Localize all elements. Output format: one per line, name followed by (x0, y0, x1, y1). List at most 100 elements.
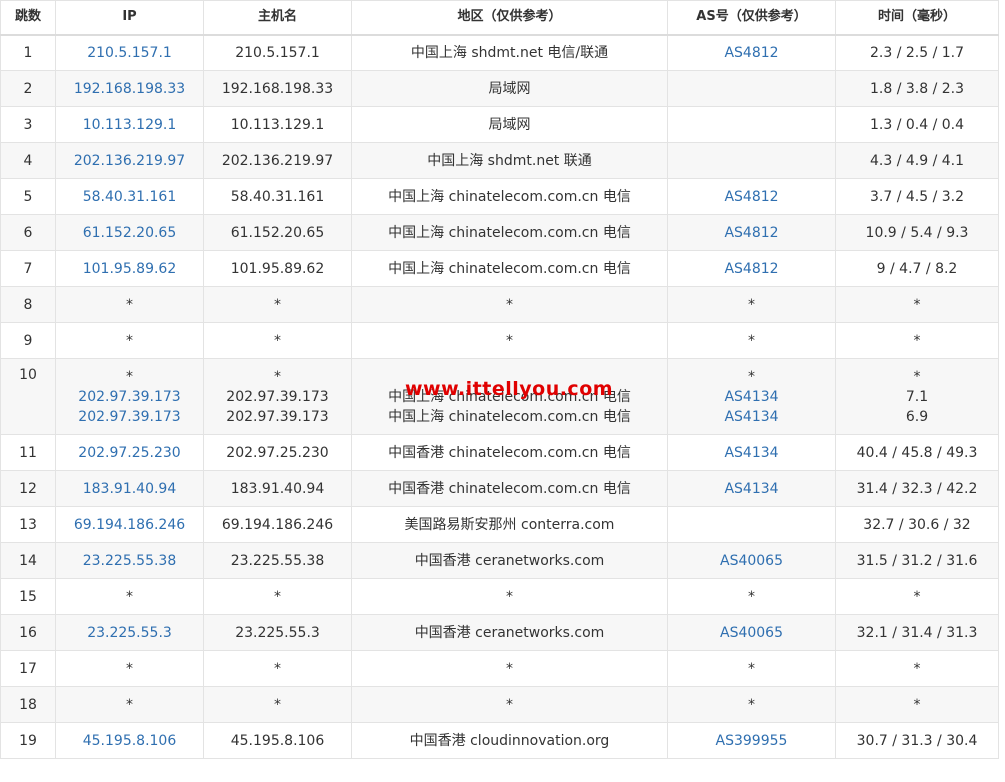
ip-cell: * (55, 686, 204, 723)
as-link[interactable]: AS4134 (672, 387, 831, 407)
ip-link[interactable]: 58.40.31.161 (60, 187, 199, 207)
hostname-cell: * (203, 286, 352, 323)
region-cell: 中国上海 chinatelecom.com.cn 电信 (351, 178, 668, 215)
time-text: * (913, 696, 921, 713)
ip-cell: 61.152.20.65 (55, 214, 204, 251)
as-link[interactable]: AS40065 (672, 551, 831, 571)
ip-link[interactable]: 23.225.55.3 (60, 623, 199, 643)
ip-cell: 10.113.129.1 (55, 106, 204, 143)
time-text: 40.4 / 45.8 / 49.3 (856, 444, 978, 461)
time-cell: 31.5 / 31.2 / 31.6 (835, 542, 999, 579)
time-text: * (913, 296, 921, 313)
host-text: * (274, 588, 281, 605)
ip-link[interactable]: 45.195.8.106 (60, 731, 199, 751)
region-text: 中国香港 cloudinnovation.org (409, 732, 610, 749)
as-cell: * (667, 686, 836, 723)
as-link[interactable]: AS4812 (672, 43, 831, 63)
as-link: * (748, 588, 755, 605)
as-cell (667, 106, 836, 143)
as-link[interactable]: AS4134 (672, 407, 831, 427)
table-row: 18 * * * * * (0, 686, 999, 723)
hop-number: 17 (0, 650, 56, 687)
as-link[interactable]: AS4134 (672, 479, 831, 499)
region-text: 中国上海 chinatelecom.com.cn 电信 (388, 188, 631, 205)
ip-link[interactable]: 202.97.39.173 (60, 407, 199, 427)
time-cell: * (835, 686, 999, 723)
table-row: 5 58.40.31.161 58.40.31.161 中国上海 chinatelec… (0, 178, 999, 215)
ip-link[interactable]: 192.168.198.33 (60, 79, 199, 99)
as-link[interactable]: AS4812 (672, 223, 831, 243)
region-cell: 局域网 (351, 106, 668, 143)
as-cell: AS4812 (667, 178, 836, 215)
as-cell: AS40065 (667, 614, 836, 651)
hop-number: 3 (0, 106, 56, 143)
table-row: 2 192.168.198.33 192.168.198.33 局域网 1.8 / 3.… (0, 70, 999, 107)
hostname-cell: 69.194.186.246 (203, 506, 352, 543)
ip-link[interactable]: 210.5.157.1 (60, 43, 199, 63)
time-cell: 1.8 / 3.8 / 2.3 (835, 70, 999, 107)
ip-link: * (126, 660, 133, 677)
region-cell: 中国香港 chinatelecom.com.cn 电信 (351, 470, 668, 507)
hop-number: 7 (0, 250, 56, 287)
ip-link: * (126, 588, 133, 605)
region-text: 中国香港 chinatelecom.com.cn 电信 (388, 480, 631, 497)
ip-link[interactable]: 101.95.89.62 (60, 259, 199, 279)
ip-cell: * (55, 650, 204, 687)
table-row: 13 69.194.186.246 69.194.186.246 美国路易斯安那州 c… (0, 506, 999, 543)
ip-cell: 45.195.8.106 (55, 722, 204, 759)
hostname-cell: * (203, 650, 352, 687)
as-link[interactable]: AS4812 (672, 187, 831, 207)
as-cell (667, 70, 836, 107)
as-link[interactable]: AS4134 (672, 443, 831, 463)
ip-link[interactable]: 23.225.55.38 (60, 551, 199, 571)
ip-link[interactable]: 69.194.186.246 (60, 515, 199, 535)
region-cell: 中国上海 chinatelecom.com.cn 电信 (351, 250, 668, 287)
as-cell: * AS4134 AS4134 (667, 358, 836, 435)
ip-cell: 101.95.89.62 (55, 250, 204, 287)
hostname-cell: 210.5.157.1 (203, 34, 352, 71)
hop-number: 8 (0, 286, 56, 323)
ip-link[interactable]: 202.97.25.230 (60, 443, 199, 463)
time-cell: * (835, 578, 999, 615)
header-time: 时间（毫秒） (835, 0, 999, 36)
table-row: 3 10.113.129.1 10.113.129.1 局域网 1.3 / 0.4 / … (0, 106, 999, 143)
as-cell: AS4812 (667, 250, 836, 287)
time-text: 9 / 4.7 / 8.2 (876, 260, 958, 277)
table-row: 15 * * * * * (0, 578, 999, 615)
as-link[interactable]: AS40065 (672, 623, 831, 643)
time-cell: 4.3 / 4.9 / 4.1 (835, 142, 999, 179)
time-cell: * 7.1 6.9 (835, 358, 999, 435)
region-cell: * (351, 578, 668, 615)
time-text: 1.8 / 3.8 / 2.3 (869, 80, 965, 97)
ip-cell: 202.136.219.97 (55, 142, 204, 179)
as-link (672, 115, 831, 135)
time-text: 6.9 (905, 408, 929, 425)
host-text: * (274, 660, 281, 677)
time-text: 3.7 / 4.5 / 3.2 (869, 188, 965, 205)
ip-link[interactable]: 61.152.20.65 (60, 223, 199, 243)
as-link: * (748, 696, 755, 713)
ip-link: * (126, 368, 133, 385)
table-row: 19 45.195.8.106 45.195.8.106 中国香港 cloudinno… (0, 722, 999, 759)
ip-cell: * (55, 578, 204, 615)
ip-cell: 23.225.55.3 (55, 614, 204, 651)
host-text: 202.136.219.97 (221, 152, 334, 169)
time-cell: 30.7 / 31.3 / 30.4 (835, 722, 999, 759)
time-text: * (913, 588, 921, 605)
watermark-text: www.ittellyou.com (405, 378, 614, 400)
as-link[interactable]: AS399955 (672, 731, 831, 751)
header-ip: IP (55, 0, 204, 36)
as-link: * (748, 368, 755, 385)
ip-link[interactable]: 183.91.40.94 (60, 479, 199, 499)
host-text: 202.97.39.173 (226, 408, 329, 425)
ip-link[interactable]: 202.136.219.97 (60, 151, 199, 171)
region-cell: 局域网 (351, 70, 668, 107)
host-text: 45.195.8.106 (230, 732, 325, 749)
region-text: 中国上海 shdmt.net 电信/联通 (410, 44, 609, 61)
ip-link[interactable]: 10.113.129.1 (60, 115, 199, 135)
region-cell: * (351, 322, 668, 359)
as-link[interactable]: AS4812 (672, 259, 831, 279)
host-text: * (274, 696, 281, 713)
ip-link[interactable]: 202.97.39.173 (60, 387, 199, 407)
region-cell: 中国上海 shdmt.net 联通 (351, 142, 668, 179)
